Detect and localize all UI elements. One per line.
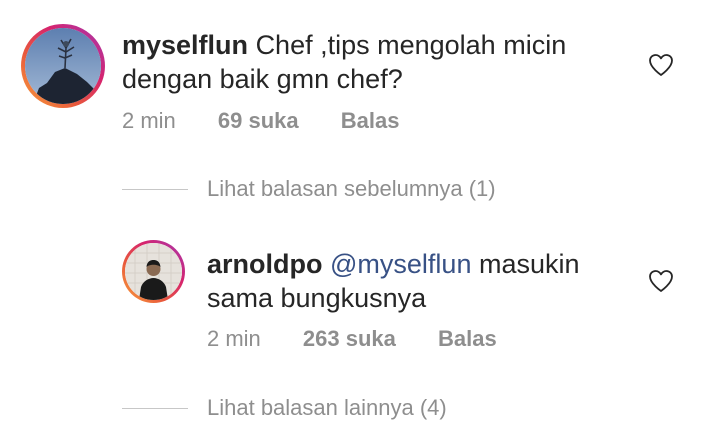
comment-text: myselflun Chef ,tips mengolah micin: [122, 28, 566, 62]
comment-time: 2 min: [207, 326, 261, 351]
reply-button[interactable]: Balas: [341, 108, 400, 133]
avatar-arnoldpo[interactable]: [122, 240, 185, 303]
view-previous-replies-label: Lihat balasan sebelumnya (1): [207, 176, 496, 201]
comment-arnoldpo: arnoldpo @myselflun masukin sama bungkus…: [0, 230, 716, 370]
comment-body-line2: dengan baik gmn chef?: [122, 64, 403, 94]
heart-outline-icon[interactable]: [648, 269, 674, 293]
comment-likes[interactable]: 69 suka: [218, 108, 299, 133]
comment-meta: 2 min 263 suka Balas: [207, 326, 497, 352]
heart-outline-icon[interactable]: [648, 53, 674, 77]
profile-photo-icon: [25, 28, 101, 104]
reply-button[interactable]: Balas: [438, 326, 497, 351]
comment-text: arnoldpo @myselflun masukin: [207, 247, 580, 281]
comment-username[interactable]: arnoldpo: [207, 249, 323, 279]
mention-link[interactable]: @myselflun: [330, 249, 471, 279]
comment-likes[interactable]: 263 suka: [303, 326, 396, 351]
avatar-myselflun[interactable]: [21, 24, 105, 108]
view-more-replies[interactable]: Lihat balasan lainnya (4): [122, 395, 447, 421]
comment-body-line1: Chef ,tips mengolah micin: [255, 30, 567, 60]
thread-divider: [122, 188, 188, 190]
comment-meta: 2 min 69 suka Balas: [122, 108, 400, 134]
comment-body-line1: masukin: [478, 249, 580, 279]
comment-username[interactable]: myselflun: [122, 30, 248, 60]
thread-divider: [122, 407, 188, 409]
comment-myselflun: myselflun Chef ,tips mengolah micin deng…: [0, 0, 716, 150]
comment-body-line2: sama bungkusnya: [207, 283, 427, 313]
view-previous-replies[interactable]: Lihat balasan sebelumnya (1): [122, 176, 496, 202]
profile-photo-icon: [125, 243, 182, 300]
view-more-replies-label: Lihat balasan lainnya (4): [207, 395, 447, 420]
comment-time: 2 min: [122, 108, 176, 133]
